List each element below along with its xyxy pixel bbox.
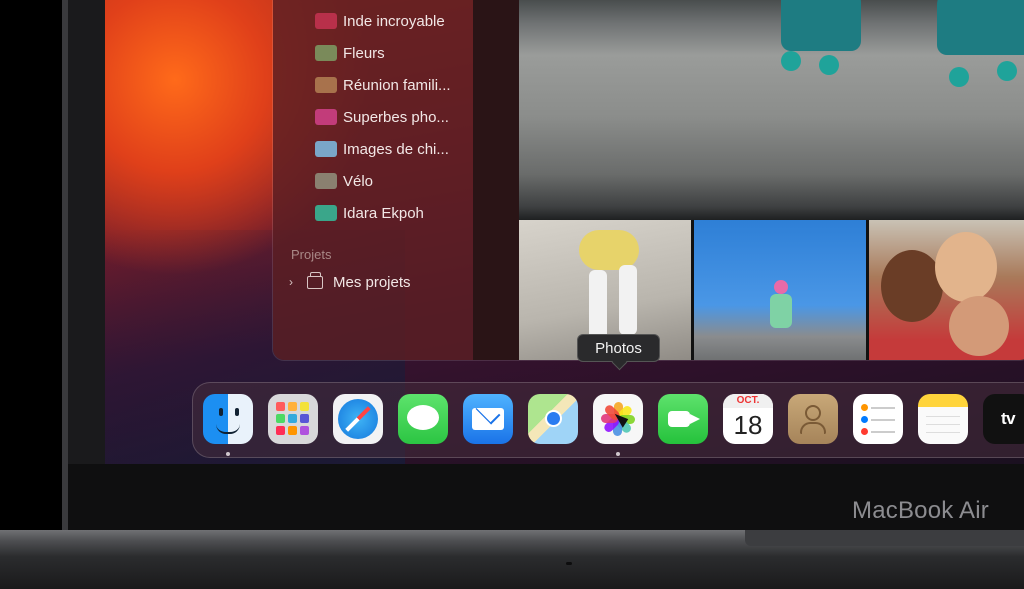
grid-dot [288, 414, 297, 423]
sidebar-item-album[interactable]: Fleurs [273, 37, 473, 69]
note-line [926, 424, 960, 425]
reminder-line [871, 431, 895, 433]
contact-body [800, 422, 826, 434]
skater-figure [589, 270, 607, 340]
album-thumbnail [315, 141, 337, 157]
maps-icon[interactable] [528, 394, 578, 444]
skater-figure [619, 265, 637, 335]
sidebar-item-album[interactable]: Vélo [273, 165, 473, 197]
laptop-base-notch [566, 562, 572, 565]
finder-icon[interactable] [203, 394, 253, 444]
reminder-line [871, 419, 895, 421]
grid-dot [276, 414, 285, 423]
skate-wheel [997, 61, 1017, 81]
roller-skate-image [781, 0, 861, 51]
album-label: Réunion famili... [343, 76, 451, 94]
sidebar-item-album[interactable]: Idara Ekpoh [273, 197, 473, 229]
envelope [472, 408, 504, 430]
roller-skate-image [937, 0, 1024, 55]
photo-thumbnail[interactable] [869, 220, 1024, 360]
grid-dot [288, 402, 297, 411]
sidebar-item-album[interactable]: Réunion famili... [273, 69, 473, 101]
device-brand-label: MacBook Air [852, 497, 989, 524]
album-label: Vélo [343, 172, 374, 190]
album-label: Superbes pho... [343, 108, 449, 126]
notes-icon[interactable] [918, 394, 968, 444]
grid-dot [300, 414, 309, 423]
photos-sidebar: Inde incroyable Fleurs Réunion famili...… [273, 0, 473, 360]
reminder-line [871, 407, 895, 409]
album-list: Inde incroyable Fleurs Réunion famili...… [273, 5, 473, 229]
sidebar-item-my-projects[interactable]: › Mes projets [289, 271, 411, 293]
skater-figure [579, 230, 639, 270]
album-thumbnail [315, 173, 337, 189]
album-thumbnail [315, 109, 337, 125]
grid-dot [300, 426, 309, 435]
portrait-face [881, 250, 943, 322]
photo-hero-roller-skates[interactable] [519, 0, 1024, 220]
portrait-face [949, 296, 1009, 356]
reminder-dot [861, 416, 868, 423]
note-line [926, 416, 960, 417]
safari-icon[interactable] [333, 394, 383, 444]
sidebar-item-album[interactable]: Inde incroyable [273, 5, 473, 37]
running-indicator [226, 452, 230, 456]
sidebar-item-album[interactable]: Images de chi... [273, 133, 473, 165]
album-label: Images de chi... [343, 140, 449, 158]
calendar-day: 18 [733, 410, 763, 440]
facetime-icon[interactable] [658, 394, 708, 444]
calendar-icon[interactable]: OCT. 18 [723, 394, 773, 444]
reminders-icon[interactable] [853, 394, 903, 444]
skate-wheel [819, 55, 839, 75]
sidebar-item-album[interactable]: Superbes pho... [273, 101, 473, 133]
section-label-projects: Projets [291, 247, 332, 262]
running-indicator [616, 452, 620, 456]
dock-tooltip: Photos [577, 334, 660, 362]
photo-thumbnail[interactable] [694, 220, 866, 360]
album-label: Fleurs [343, 44, 385, 62]
chevron-right-icon[interactable]: › [289, 275, 301, 289]
skater-figure [770, 294, 792, 328]
album-thumbnail [315, 45, 337, 61]
calendar-month: OCT. [723, 394, 773, 408]
reminder-dot [861, 404, 868, 411]
reminder-dot [861, 428, 868, 435]
speech-bubble [407, 405, 439, 430]
location-pin [545, 410, 562, 427]
sidebar-divider [473, 0, 519, 360]
folder-icon [307, 271, 323, 289]
note-line [926, 432, 960, 433]
album-label: Inde incroyable [343, 12, 445, 30]
grid-dot [300, 402, 309, 411]
tv-label: tv [1000, 409, 1016, 428]
skate-wheel [949, 67, 969, 87]
portrait-face [935, 232, 997, 302]
skate-wheel [781, 51, 801, 71]
album-thumbnail [315, 77, 337, 93]
grid-dot [276, 426, 285, 435]
messages-icon[interactable] [398, 394, 448, 444]
dock: OCT. 18 tv [192, 382, 1024, 458]
mail-icon[interactable] [463, 394, 513, 444]
video-camera [668, 411, 700, 427]
tv-icon[interactable]: tv [983, 394, 1024, 444]
projects-label: Mes projets [333, 273, 411, 291]
photos-window: Inde incroyable Fleurs Réunion famili...… [272, 0, 1024, 361]
laptop-hinge [745, 530, 1024, 546]
contacts-icon[interactable] [788, 394, 838, 444]
grid-dot [276, 402, 285, 411]
contact-head [805, 405, 821, 421]
skater-figure [774, 280, 788, 294]
album-thumbnail [315, 13, 337, 29]
grid-dot [288, 426, 297, 435]
album-label: Idara Ekpoh [343, 204, 424, 222]
launchpad-icon[interactable] [268, 394, 318, 444]
album-thumbnail [315, 205, 337, 221]
